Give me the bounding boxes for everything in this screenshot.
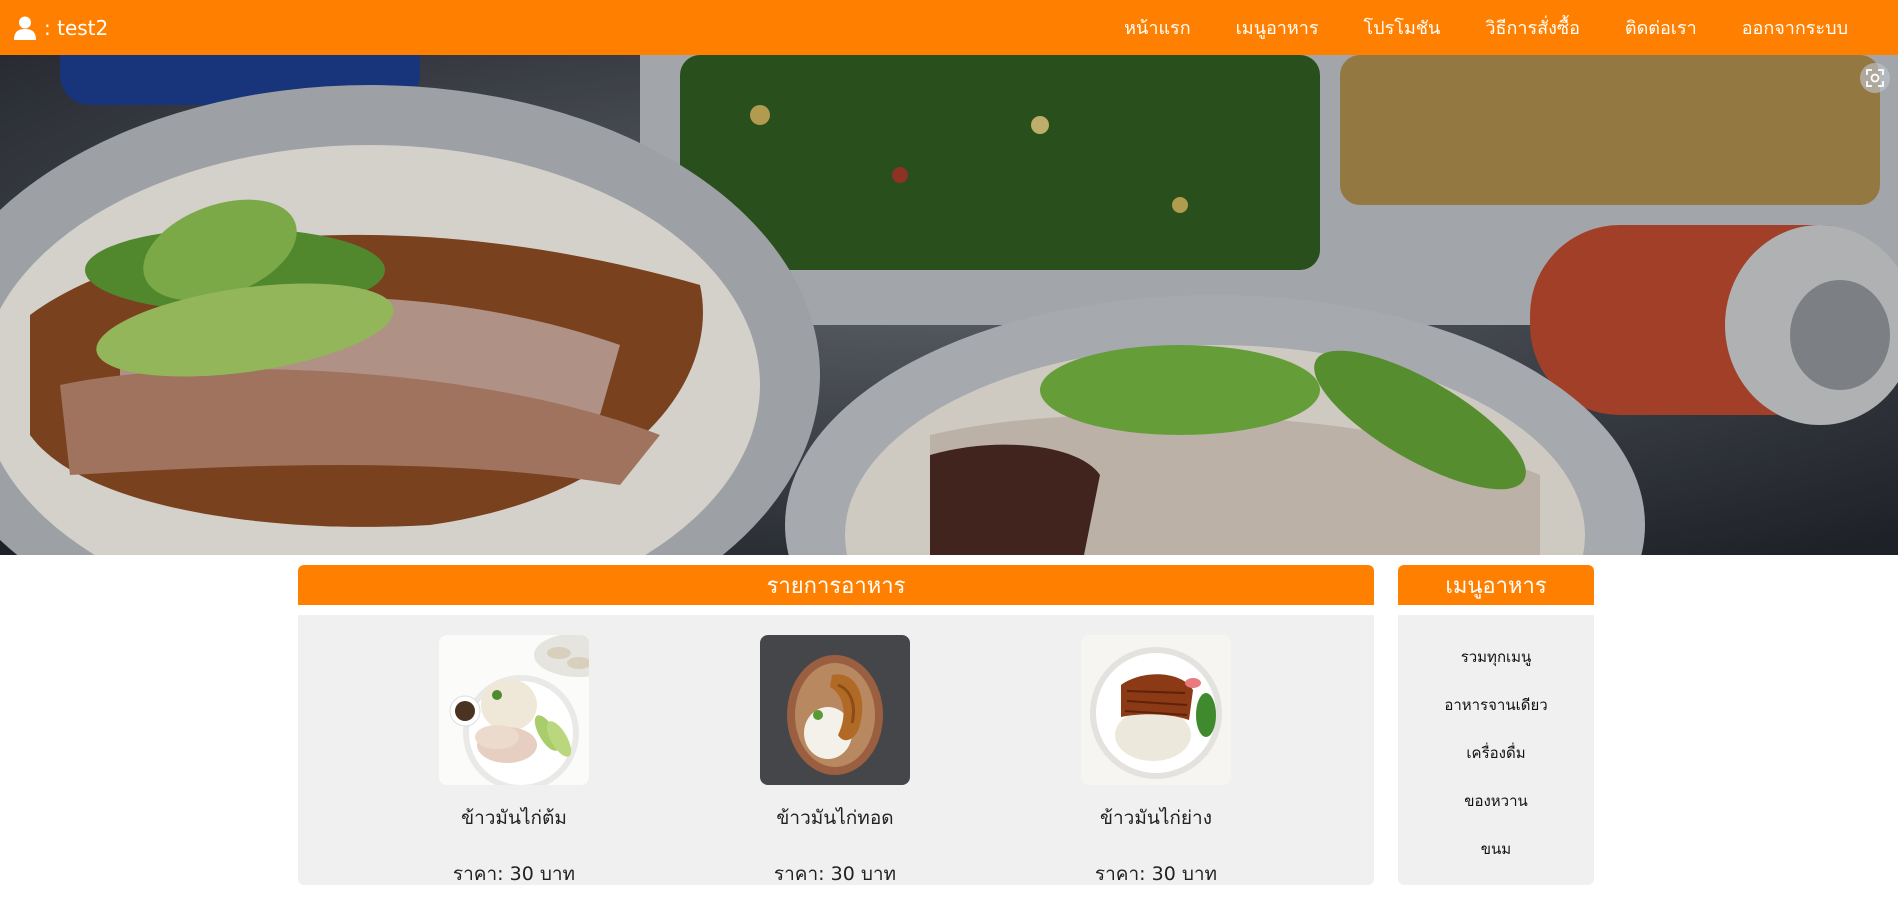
hero-banner — [0, 55, 1898, 555]
visual-search-icon — [1866, 69, 1884, 87]
grilled-chicken-rice-photo — [1081, 635, 1231, 785]
food-item[interactable]: ข้าวมันไก่ย่าง ราคา: 30 บาท — [1046, 635, 1266, 889]
food-name: ข้าวมันไก่ทอด — [776, 807, 894, 829]
food-list-body: ข้าวมันไก่ต้ม ราคา: 30 บาท ข้าวมันไก่ทอด… — [298, 615, 1374, 885]
nav-how-to-order-link[interactable]: วิธีการสั่งซื้อ — [1485, 13, 1580, 42]
food-price: ราคา: 30 บาท — [773, 863, 897, 885]
food-list-panel: รายการอาหาร ข้าวมันไก่ต้ม ราคา: 30 บาท ข… — [298, 565, 1374, 885]
fried-chicken-rice-photo — [760, 635, 910, 785]
category-single-dish-link[interactable]: อาหารจานเดียว — [1444, 693, 1547, 741]
food-price: ราคา: 30 บาท — [1094, 863, 1218, 885]
nav-contact-link[interactable]: ติดต่อเรา — [1625, 13, 1697, 42]
main-nav: หน้าแรก เมนูอาหาร โปรโมชัน วิธีการสั่งซื… — [1079, 13, 1848, 42]
user-icon — [14, 16, 36, 40]
nav-menu-link[interactable]: เมนูอาหาร — [1236, 13, 1319, 42]
visual-search-button[interactable] — [1860, 63, 1890, 93]
food-item[interactable]: ข้าวมันไก่ทอด ราคา: 30 บาท — [725, 635, 945, 889]
top-navbar: : test2 หน้าแรก เมนูอาหาร โปรโมชัน วิธีก… — [0, 0, 1898, 55]
food-price: ราคา: 30 บาท — [452, 863, 576, 885]
category-menu-panel: เมนูอาหาร รวมทุกเมนู อาหารจานเดียว เครื่… — [1398, 565, 1594, 885]
nav-home-link[interactable]: หน้าแรก — [1124, 13, 1190, 42]
category-menu-title: เมนูอาหาร — [1398, 565, 1594, 605]
user-info: : test2 — [14, 16, 108, 40]
category-desserts-link[interactable]: ของหวาน — [1464, 789, 1528, 837]
food-name: ข้าวมันไก่ย่าง — [1100, 807, 1212, 829]
nav-promotion-link[interactable]: โปรโมชัน — [1364, 13, 1441, 42]
category-snacks-link[interactable]: ขนม — [1481, 837, 1511, 885]
food-list-title: รายการอาหาร — [298, 565, 1374, 605]
food-item[interactable]: ข้าวมันไก่ต้ม ราคา: 30 บาท — [404, 635, 624, 889]
category-all-link[interactable]: รวมทุกเมนู — [1461, 645, 1532, 693]
category-menu-list: รวมทุกเมนู อาหารจานเดียว เครื่องดื่ม ของ… — [1398, 615, 1594, 885]
category-drinks-link[interactable]: เครื่องดื่ม — [1466, 741, 1525, 789]
hero-banner-image — [0, 55, 1898, 555]
boiled-chicken-rice-photo — [439, 635, 589, 785]
username-label: : test2 — [44, 15, 109, 40]
nav-logout-link[interactable]: ออกจากระบบ — [1742, 13, 1848, 42]
food-name: ข้าวมันไก่ต้ม — [461, 807, 567, 829]
